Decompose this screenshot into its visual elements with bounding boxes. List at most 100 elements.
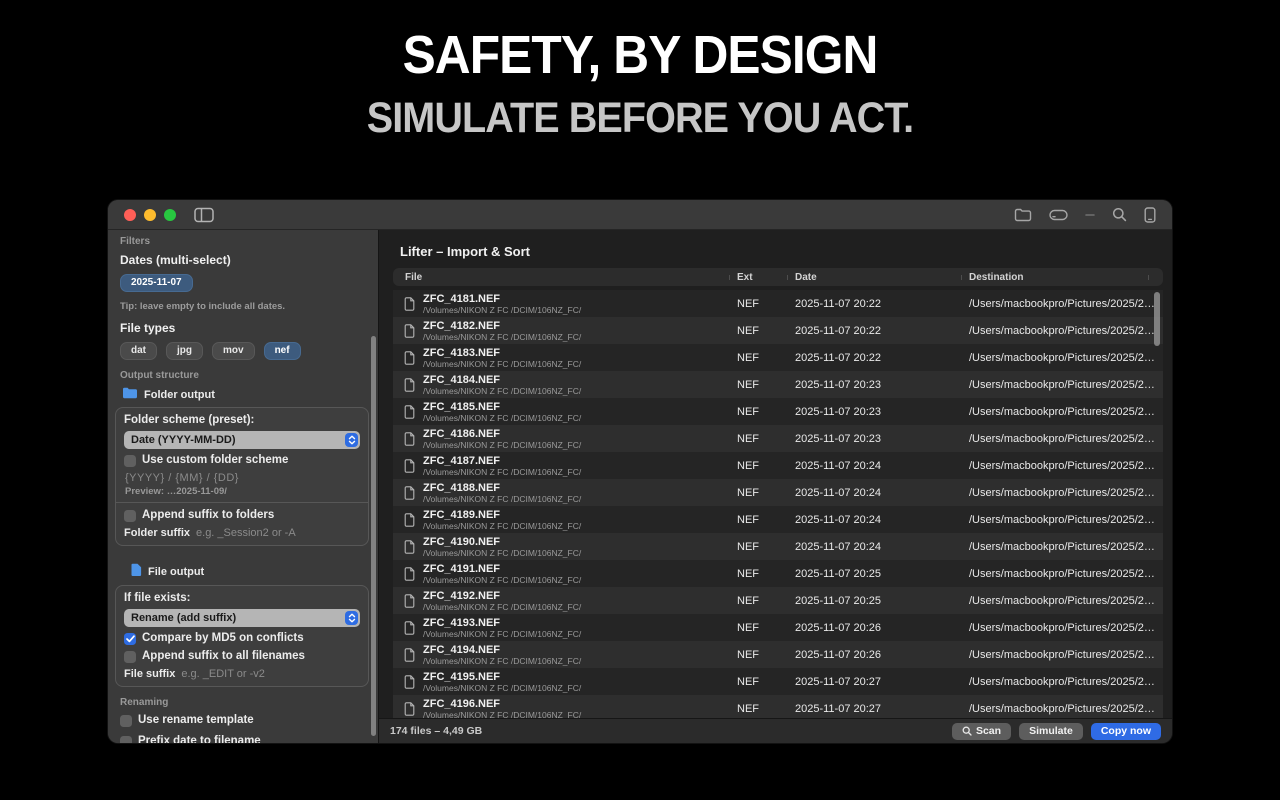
append-suffix-files-checkbox[interactable] <box>124 651 136 663</box>
renaming-section-label: Renaming <box>120 697 364 708</box>
table-row[interactable]: ZFC_4189.NEF /Volumes/NIKON Z FC /DCIM/1… <box>393 506 1163 533</box>
file-icon <box>404 594 415 608</box>
folder-icon[interactable] <box>1014 208 1032 222</box>
device-icon[interactable] <box>1144 207 1156 223</box>
scan-button[interactable]: Scan <box>952 723 1011 740</box>
minimize-window-button[interactable] <box>144 209 156 221</box>
file-destination: /Users/macbookpro/Pictures/2025/2… <box>961 622 1163 634</box>
file-destination: /Users/macbookpro/Pictures/2025/2… <box>961 703 1163 715</box>
column-header-destination[interactable]: Destination <box>961 272 1163 283</box>
file-type-chip[interactable]: nef <box>264 342 301 360</box>
file-date: 2025-11-07 20:25 <box>787 568 961 580</box>
custom-scheme-field[interactable]: {YYYY} / {MM} / {DD} <box>125 472 360 484</box>
file-destination: /Users/macbookpro/Pictures/2025/2… <box>961 325 1163 337</box>
compare-md5-checkbox[interactable] <box>124 633 136 645</box>
file-destination: /Users/macbookpro/Pictures/2025/2… <box>961 514 1163 526</box>
file-name: ZFC_4194.NEF <box>423 644 581 656</box>
folder-output-label: Folder output <box>144 389 215 401</box>
file-type-chip[interactable]: jpg <box>166 342 203 360</box>
compare-md5-row: Compare by MD5 on conflicts <box>124 632 360 645</box>
sidebar-toggle-icon[interactable] <box>194 207 214 223</box>
file-ext: NEF <box>729 298 787 310</box>
table-row[interactable]: ZFC_4193.NEF /Volumes/NIKON Z FC /DCIM/1… <box>393 614 1163 641</box>
file-ext: NEF <box>729 622 787 634</box>
hero-banner: SAFETY, BY DESIGN SIMULATE BEFORE YOU AC… <box>0 0 1280 143</box>
minus-icon[interactable] <box>1085 213 1095 217</box>
table-row[interactable]: ZFC_4194.NEF /Volumes/NIKON Z FC /DCIM/1… <box>393 641 1163 668</box>
file-source-path: /Volumes/NIKON Z FC /DCIM/106NZ_FC/ <box>423 494 581 504</box>
file-icon <box>404 540 415 554</box>
file-name: ZFC_4195.NEF <box>423 671 581 683</box>
file-output-group: If file exists: Rename (add suffix) Comp… <box>115 585 369 687</box>
table-row[interactable]: ZFC_4196.NEF /Volumes/NIKON Z FC /DCIM/1… <box>393 695 1163 718</box>
file-name: ZFC_4187.NEF <box>423 455 581 467</box>
file-icon <box>404 405 415 419</box>
file-icon <box>404 567 415 581</box>
file-destination: /Users/macbookpro/Pictures/2025/2… <box>961 460 1163 472</box>
file-date: 2025-11-07 20:26 <box>787 622 961 634</box>
table-row[interactable]: ZFC_4181.NEF /Volumes/NIKON Z FC /DCIM/1… <box>393 290 1163 317</box>
table-row[interactable]: ZFC_4186.NEF /Volumes/NIKON Z FC /DCIM/1… <box>393 425 1163 452</box>
if-file-exists-dropdown[interactable]: Rename (add suffix) <box>124 609 360 627</box>
file-name: ZFC_4185.NEF <box>423 401 581 413</box>
file-destination: /Users/macbookpro/Pictures/2025/2… <box>961 352 1163 364</box>
folder-suffix-field[interactable]: e.g. _Session2 or -A <box>196 527 296 539</box>
drive-icon[interactable] <box>1049 208 1068 222</box>
use-custom-scheme-row: Use custom folder scheme <box>124 454 360 467</box>
table-row[interactable]: ZFC_4187.NEF /Volumes/NIKON Z FC /DCIM/1… <box>393 452 1163 479</box>
file-ext: NEF <box>729 676 787 688</box>
table-row[interactable]: ZFC_4184.NEF /Volumes/NIKON Z FC /DCIM/1… <box>393 371 1163 398</box>
append-suffix-folders-checkbox[interactable] <box>124 510 136 522</box>
main-panel: Lifter – Import & Sort File Ext Date Des… <box>378 230 1172 743</box>
column-header-file[interactable]: File <box>393 272 729 283</box>
table-row[interactable]: ZFC_4188.NEF /Volumes/NIKON Z FC /DCIM/1… <box>393 479 1163 506</box>
scan-button-label: Scan <box>976 725 1001 737</box>
table-row[interactable]: ZFC_4183.NEF /Volumes/NIKON Z FC /DCIM/1… <box>393 344 1163 371</box>
prefix-date-checkbox[interactable] <box>120 736 132 744</box>
file-type-chip[interactable]: mov <box>212 342 255 360</box>
file-source-path: /Volumes/NIKON Z FC /DCIM/106NZ_FC/ <box>423 602 581 612</box>
copy-now-button[interactable]: Copy now <box>1091 723 1161 740</box>
use-custom-scheme-checkbox[interactable] <box>124 455 136 467</box>
file-icon <box>404 702 415 716</box>
file-icon <box>404 621 415 635</box>
simulate-button[interactable]: Simulate <box>1019 723 1083 740</box>
file-icon <box>404 675 415 689</box>
append-suffix-folders-row: Append suffix to folders <box>124 509 360 522</box>
file-destination: /Users/macbookpro/Pictures/2025/2… <box>961 541 1163 553</box>
search-icon[interactable] <box>1112 207 1127 222</box>
file-date: 2025-11-07 20:23 <box>787 433 961 445</box>
folder-output-group: Folder scheme (preset): Date (YYYY-MM-DD… <box>115 407 369 546</box>
file-source-path: /Volumes/NIKON Z FC /DCIM/106NZ_FC/ <box>423 467 581 477</box>
file-icon <box>404 324 415 338</box>
table-body: ZFC_4181.NEF /Volumes/NIKON Z FC /DCIM/1… <box>393 290 1163 718</box>
hero-subtitle: SIMULATE BEFORE YOU ACT. <box>51 94 1229 143</box>
use-rename-template-checkbox[interactable] <box>120 715 132 727</box>
append-suffix-folders-label: Append suffix to folders <box>142 509 274 522</box>
folder-scheme-dropdown[interactable]: Date (YYYY-MM-DD) <box>124 431 360 449</box>
table-scrollbar[interactable] <box>1154 292 1160 346</box>
prefix-date-label: Prefix date to filename <box>138 735 261 743</box>
file-name: ZFC_4184.NEF <box>423 374 581 386</box>
file-source-path: /Volumes/NIKON Z FC /DCIM/106NZ_FC/ <box>423 710 581 719</box>
table-row[interactable]: ZFC_4195.NEF /Volumes/NIKON Z FC /DCIM/1… <box>393 668 1163 695</box>
file-suffix-field[interactable]: e.g. _EDIT or -v2 <box>181 668 265 680</box>
table-row[interactable]: ZFC_4182.NEF /Volumes/NIKON Z FC /DCIM/1… <box>393 317 1163 344</box>
close-window-button[interactable] <box>124 209 136 221</box>
column-header-ext[interactable]: Ext <box>729 272 787 283</box>
file-icon <box>404 513 415 527</box>
table-row[interactable]: ZFC_4192.NEF /Volumes/NIKON Z FC /DCIM/1… <box>393 587 1163 614</box>
table-row[interactable]: ZFC_4191.NEF /Volumes/NIKON Z FC /DCIM/1… <box>393 560 1163 587</box>
date-chip[interactable]: 2025-11-07 <box>120 274 193 292</box>
table-row[interactable]: ZFC_4190.NEF /Volumes/NIKON Z FC /DCIM/1… <box>393 533 1163 560</box>
file-source-path: /Volumes/NIKON Z FC /DCIM/106NZ_FC/ <box>423 683 581 693</box>
file-date: 2025-11-07 20:23 <box>787 379 961 391</box>
table-row[interactable]: ZFC_4185.NEF /Volumes/NIKON Z FC /DCIM/1… <box>393 398 1163 425</box>
zoom-window-button[interactable] <box>164 209 176 221</box>
table-header: File Ext Date Destination <box>393 268 1163 286</box>
file-type-chip[interactable]: dat <box>120 342 157 360</box>
file-ext: NEF <box>729 514 787 526</box>
use-custom-scheme-label: Use custom folder scheme <box>142 454 288 467</box>
sidebar-scrollbar[interactable] <box>371 336 376 736</box>
column-header-date[interactable]: Date <box>787 272 961 283</box>
